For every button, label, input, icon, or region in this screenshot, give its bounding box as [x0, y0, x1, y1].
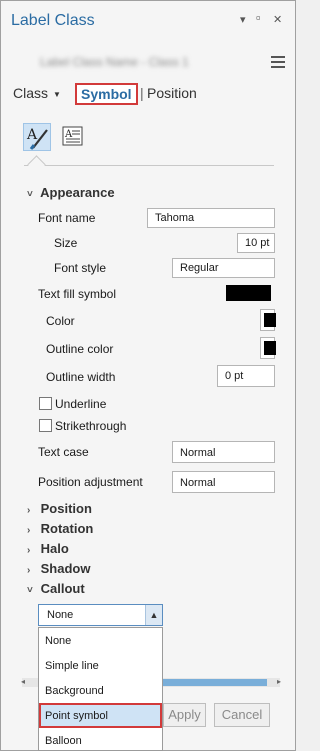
chevron-right-icon: ›: [27, 545, 31, 556]
pane-title: Label Class: [11, 12, 95, 29]
label-class-name: Label Class Name - Class 1: [40, 55, 189, 69]
section-position[interactable]: › Position: [27, 501, 92, 516]
svg-text:A: A: [26, 127, 38, 143]
section-position-label: Position: [40, 501, 92, 516]
scroll-right-icon[interactable]: ▸: [277, 677, 281, 686]
section-shadow-label: Shadow: [40, 561, 91, 576]
position-adjustment-dropdown[interactable]: Normal: [172, 471, 275, 493]
section-shadow[interactable]: › Shadow: [27, 561, 90, 576]
svg-text:A: A: [64, 129, 73, 140]
text-symbol-mode-icon[interactable]: A: [23, 123, 51, 151]
callout-dropdown[interactable]: None ▲: [38, 604, 163, 626]
font-name-label: Font name: [38, 211, 96, 225]
tab-symbol[interactable]: Symbol: [75, 83, 138, 105]
chevron-right-icon: ›: [27, 505, 31, 516]
menu-icon[interactable]: [271, 53, 285, 71]
font-style-label: Font style: [54, 261, 107, 275]
section-callout-label: Callout: [40, 581, 85, 596]
position-adjustment-label: Position adjustment: [38, 475, 143, 489]
callout-selected-value: None: [47, 609, 74, 621]
callout-option-point-symbol[interactable]: Point symbol: [39, 703, 162, 728]
section-halo[interactable]: › Halo: [27, 541, 69, 556]
strikethrough-checkbox[interactable]: [39, 419, 52, 432]
text-fill-symbol-label: Text fill symbol: [38, 287, 117, 301]
scroll-left-icon[interactable]: ◂: [21, 677, 25, 686]
mode-divider: [24, 165, 274, 166]
tab-class[interactable]: Class: [13, 85, 48, 101]
size-field[interactable]: 10 pt: [237, 233, 275, 253]
color-picker[interactable]: [260, 309, 276, 331]
font-name-field[interactable]: Tahoma: [147, 208, 275, 228]
outline-width-label: Outline width: [46, 370, 116, 384]
pin-dropdown-icon[interactable]: ▾: [240, 13, 246, 26]
underline-label[interactable]: Underline: [55, 397, 106, 411]
font-style-dropdown[interactable]: Regular: [172, 258, 275, 278]
close-icon[interactable]: ✕: [273, 13, 282, 26]
color-label: Color: [46, 314, 75, 328]
restore-icon[interactable]: ▫: [256, 10, 261, 25]
chevron-right-icon: ›: [27, 525, 31, 536]
apply-button[interactable]: Apply: [163, 703, 206, 727]
section-callout[interactable]: ˅ Callout: [27, 581, 85, 596]
chevron-down-icon: ˅: [27, 189, 33, 200]
text-case-dropdown[interactable]: Normal: [172, 441, 275, 463]
section-appearance[interactable]: ˅ Appearance: [27, 185, 115, 200]
callout-option-none[interactable]: None: [39, 628, 162, 653]
section-halo-label: Halo: [40, 541, 69, 556]
section-rotation[interactable]: › Rotation: [27, 521, 93, 536]
text-fill-swatch[interactable]: [226, 285, 271, 301]
chevron-down-icon: ˅: [27, 585, 33, 596]
cancel-button[interactable]: Cancel: [214, 703, 270, 727]
callout-option-background[interactable]: Background: [39, 678, 162, 703]
size-label: Size: [54, 236, 78, 250]
outline-color-label: Outline color: [46, 342, 114, 356]
tab-position[interactable]: Position: [147, 85, 197, 101]
outline-color-swatch: [264, 341, 276, 355]
color-swatch: [264, 313, 276, 327]
outline-width-field[interactable]: 0 pt: [217, 365, 275, 387]
text-case-label: Text case: [38, 445, 89, 459]
section-appearance-label: Appearance: [40, 185, 115, 200]
outline-color-picker[interactable]: [260, 337, 276, 359]
strikethrough-label[interactable]: Strikethrough: [55, 419, 126, 433]
underline-checkbox[interactable]: [39, 397, 52, 410]
chevron-down-icon[interactable]: ▼: [53, 90, 61, 99]
callout-option-simple-line[interactable]: Simple line: [39, 653, 162, 678]
callout-option-balloon[interactable]: Balloon: [39, 728, 162, 750]
chevron-right-icon: ›: [27, 565, 31, 576]
section-rotation-label: Rotation: [40, 521, 94, 536]
dropdown-arrow-icon[interactable]: ▲: [145, 605, 162, 625]
callout-options-list: None Simple line Background Point symbol…: [38, 627, 163, 751]
text-layout-mode-icon[interactable]: A: [60, 123, 88, 151]
tab-separator: |: [140, 85, 144, 101]
